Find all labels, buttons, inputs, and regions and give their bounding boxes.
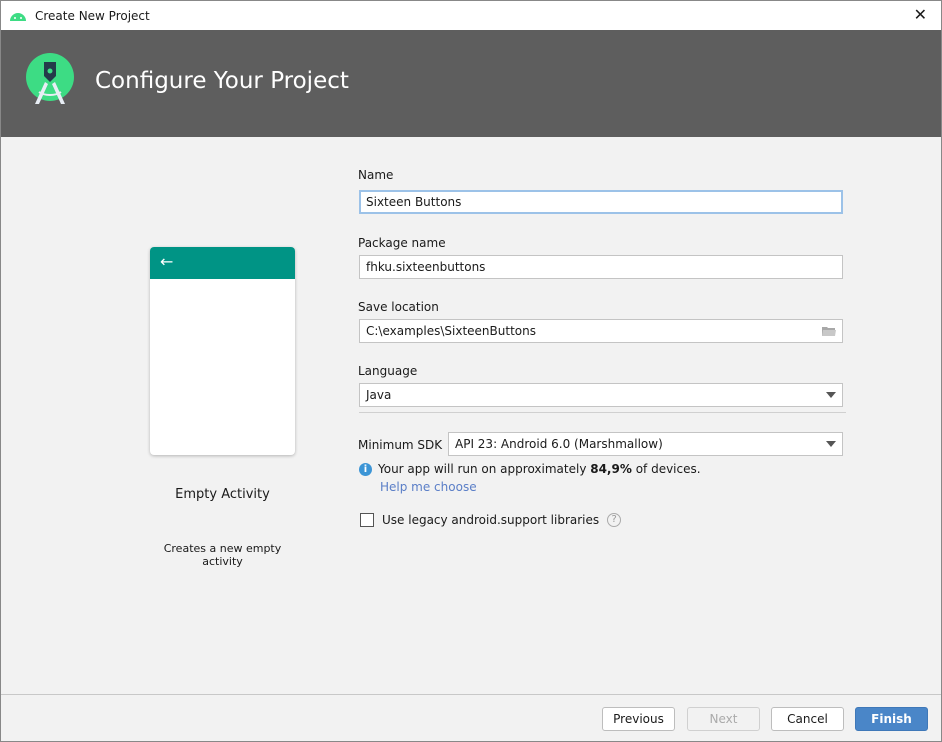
cancel-button[interactable]: Cancel — [771, 707, 844, 731]
chevron-down-icon — [826, 441, 836, 447]
android-icon — [10, 12, 26, 21]
template-description: Creates a new empty activity — [163, 542, 282, 568]
previous-button[interactable]: Previous — [602, 707, 675, 731]
template-preview: ← — [150, 247, 295, 455]
page-title: Configure Your Project — [95, 68, 349, 94]
chevron-down-icon — [826, 392, 836, 398]
name-input[interactable]: Sixteen Buttons — [359, 190, 843, 214]
footer-divider — [1, 694, 941, 695]
language-value: Java — [366, 388, 392, 402]
template-name: Empty Activity — [175, 487, 270, 502]
android-studio-logo-icon — [26, 53, 74, 104]
help-icon[interactable]: ? — [607, 513, 622, 527]
help-me-choose-link[interactable]: Help me choose — [380, 480, 477, 494]
name-value: Sixteen Buttons — [366, 195, 462, 209]
package-input[interactable]: fhku.sixteenbuttons — [359, 255, 843, 279]
package-value: fhku.sixteenbuttons — [366, 260, 486, 274]
language-label: Language — [358, 364, 418, 378]
legacy-label: Use legacy android.support libraries — [382, 513, 600, 527]
coverage-percent: 84,9% — [590, 462, 632, 476]
sdk-info: i Your app will run on approximately 84,… — [359, 462, 701, 476]
next-button[interactable]: Next — [687, 707, 760, 731]
sdk-label: Minimum SDK — [358, 438, 443, 452]
package-label: Package name — [358, 236, 446, 250]
location-value: C:\examples\SixteenButtons — [366, 324, 536, 338]
info-text-suffix: of devices. — [631, 462, 701, 476]
finish-button[interactable]: Finish — [855, 707, 928, 731]
name-label: Name — [358, 168, 394, 182]
info-icon: i — [359, 462, 372, 476]
close-button[interactable]: ✕ — [914, 5, 927, 24]
sdk-value: API 23: Android 6.0 (Marshmallow) — [455, 437, 663, 451]
location-label: Save location — [358, 300, 439, 314]
divider — [359, 412, 846, 413]
legacy-checkbox[interactable] — [360, 513, 374, 527]
back-arrow-icon: ← — [150, 247, 295, 279]
window-title: Create New Project — [35, 8, 150, 23]
info-text: Your app will run on approximately — [378, 462, 591, 476]
header-banner: Configure Your Project — [1, 30, 941, 137]
location-input[interactable]: C:\examples\SixteenButtons — [359, 319, 843, 343]
title-bar: Create New Project ✕ — [1, 1, 941, 30]
legacy-checkbox-row[interactable]: Use legacy android.support libraries ? — [360, 513, 622, 527]
language-select[interactable]: Java — [359, 383, 843, 407]
sdk-select[interactable]: API 23: Android 6.0 (Marshmallow) — [448, 432, 843, 456]
folder-icon[interactable] — [822, 326, 836, 337]
